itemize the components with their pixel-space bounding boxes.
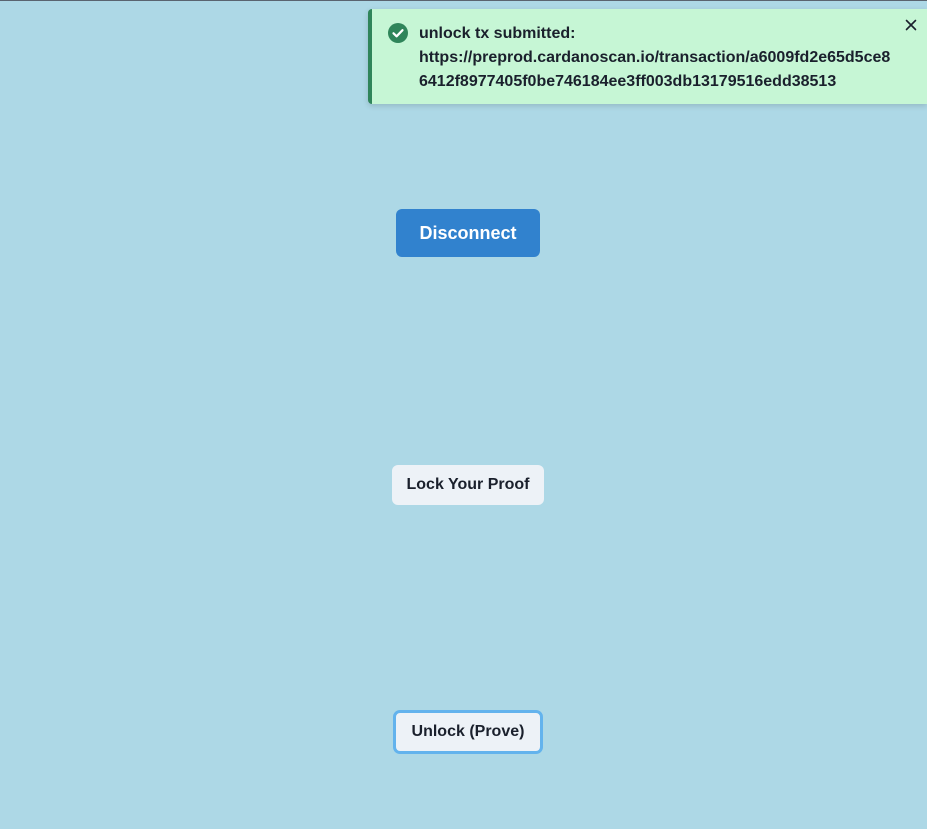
lock-your-proof-button[interactable]: Lock Your Proof (392, 465, 544, 505)
window-top-border (0, 0, 927, 1)
success-toast: unlock tx submitted: https://preprod.car… (368, 9, 927, 104)
toast-transaction-link-line-2: 6412f8977405f0be746184ee3ff003db13179516… (419, 73, 837, 90)
disconnect-button[interactable]: Disconnect (396, 209, 540, 257)
toast-title: unlock tx submitted: (419, 25, 576, 42)
unlock-prove-button[interactable]: Unlock (Prove) (393, 710, 543, 754)
check-circle-icon (388, 23, 408, 43)
toast-transaction-link-line-1: https://preprod.cardanoscan.io/transacti… (419, 49, 891, 66)
close-icon[interactable] (903, 17, 919, 33)
toast-content: unlock tx submitted: https://preprod.car… (419, 22, 891, 94)
